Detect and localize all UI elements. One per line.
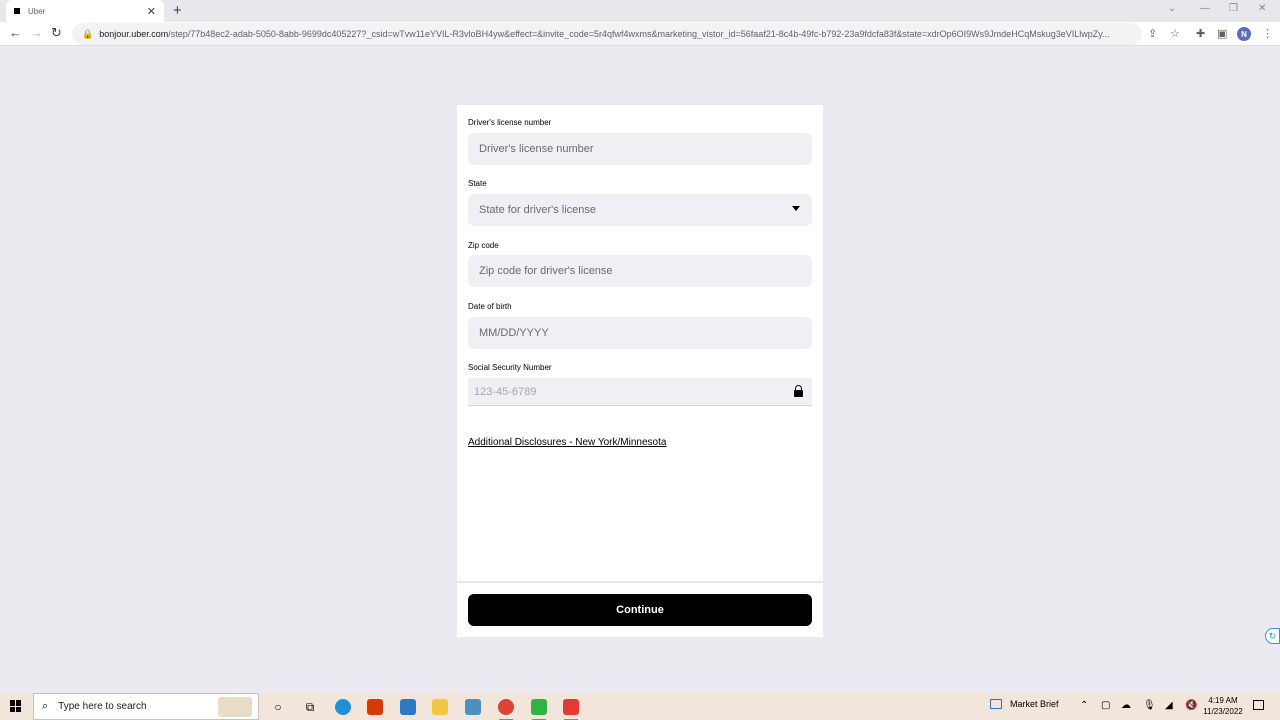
onedrive-cloud-icon[interactable]: ☁	[1121, 700, 1131, 711]
url-text: bonjour.uber.com/step/77b48ec2-adab-5050…	[99, 29, 1110, 39]
share-icon[interactable]: ⇪	[1148, 27, 1157, 40]
caret-down-icon	[792, 206, 800, 211]
minimize-icon[interactable]: —	[1200, 3, 1210, 14]
restore-icon[interactable]: ❐	[1229, 3, 1238, 14]
network-icon[interactable]: ◢	[1165, 700, 1173, 711]
search-highlight-icon	[218, 697, 252, 717]
ssn-label: Social Security Number	[468, 363, 552, 372]
tab-close-icon[interactable]: ✕	[147, 5, 156, 18]
clock-date: 11/23/2022	[1203, 707, 1243, 716]
footer-divider	[457, 581, 823, 583]
uber-favicon-icon	[14, 8, 20, 14]
state-label: State	[468, 179, 487, 188]
lock-icon	[794, 385, 803, 397]
taskbar-search-placeholder: Type here to search	[58, 701, 147, 712]
browser-toolbar: ← → ↻ 🔒 bonjour.uber.com/step/77b48ec2-a…	[0, 22, 1280, 46]
task-view-icon[interactable]: ⧉	[300, 697, 320, 717]
browser-menu-icon[interactable]: ⋮	[1262, 27, 1273, 40]
side-panel-icon[interactable]: ▣	[1217, 27, 1227, 40]
windows-start-icon[interactable]	[10, 700, 22, 712]
browser-tab-uber[interactable]: Uber ✕	[6, 0, 164, 22]
forward-arrow-icon[interactable]: →	[30, 25, 43, 40]
license-form-card: Driver's license number State State for …	[457, 105, 823, 637]
taskbar-search-box[interactable]: ⌕ Type here to search	[33, 693, 259, 720]
office-icon[interactable]	[365, 697, 385, 717]
ssn-input[interactable]: 123-45-6789	[468, 378, 812, 406]
license-number-input[interactable]	[468, 133, 812, 165]
tray-app-icon[interactable]: ▢	[1101, 700, 1110, 711]
tab-search-icon[interactable]: ⌄	[1168, 3, 1176, 14]
market-brief-widget[interactable]: Market Brief	[990, 699, 1059, 709]
market-brief-label: Market Brief	[1010, 699, 1059, 709]
edge-browser-icon[interactable]	[333, 697, 353, 717]
notifications-icon[interactable]	[1253, 700, 1264, 710]
window-close-icon[interactable]: ✕	[1258, 3, 1266, 14]
continue-button[interactable]: Continue	[468, 594, 812, 626]
ssn-placeholder: 123-45-6789	[474, 385, 537, 398]
camtasia-red-icon[interactable]	[561, 697, 581, 720]
state-select[interactable]: State for driver's license	[468, 194, 812, 226]
date-of-birth-input[interactable]	[468, 317, 812, 349]
chrome-icon[interactable]	[496, 697, 516, 720]
browser-tabbar: Uber ✕ + ⌄ — ❐ ✕	[0, 0, 1280, 22]
camtasia-green-icon[interactable]	[529, 697, 549, 720]
windows-taskbar: ⌕ Type here to search ○ ⧉ Market Brief ⌃…	[0, 693, 1280, 720]
microphone-icon[interactable]: 🎙	[1143, 700, 1156, 711]
tray-chevron-up-icon[interactable]: ⌃	[1080, 700, 1088, 711]
tab-title: Uber	[28, 6, 46, 16]
secure-lock-icon[interactable]: 🔒	[82, 29, 93, 40]
zip-code-label: Zip code	[468, 241, 499, 250]
profile-avatar[interactable]: N	[1237, 27, 1251, 41]
address-bar[interactable]: 🔒 bonjour.uber.com/step/77b48ec2-adab-50…	[72, 23, 1142, 45]
mail-icon[interactable]	[398, 697, 418, 717]
date-of-birth-label: Date of birth	[468, 302, 512, 311]
extensions-puzzle-icon[interactable]: ✚	[1196, 27, 1205, 40]
news-icon	[990, 699, 1002, 709]
clock-time: 4:19 AM	[1208, 696, 1238, 705]
volume-muted-icon[interactable]: 🔇	[1185, 700, 1197, 711]
taskbar-clock[interactable]: 4:19 AM 11/23/2022	[1198, 695, 1248, 717]
new-tab-button[interactable]: +	[173, 2, 182, 19]
floating-assistant-icon[interactable]: ↻	[1265, 628, 1280, 644]
cortana-icon[interactable]: ○	[268, 697, 288, 717]
back-arrow-icon[interactable]: ←	[9, 25, 22, 40]
zip-code-input[interactable]	[468, 255, 812, 287]
search-icon: ⌕	[42, 700, 49, 712]
file-explorer-icon[interactable]	[430, 697, 450, 717]
additional-disclosures-link[interactable]: Additional Disclosures - New York/Minnes…	[468, 437, 666, 448]
app-icon-blue[interactable]	[463, 697, 483, 717]
reload-icon[interactable]: ↻	[51, 25, 62, 41]
bookmark-star-icon[interactable]: ☆	[1170, 27, 1180, 40]
license-number-label: Driver's license number	[468, 118, 552, 127]
state-select-placeholder: State for driver's license	[479, 204, 597, 216]
